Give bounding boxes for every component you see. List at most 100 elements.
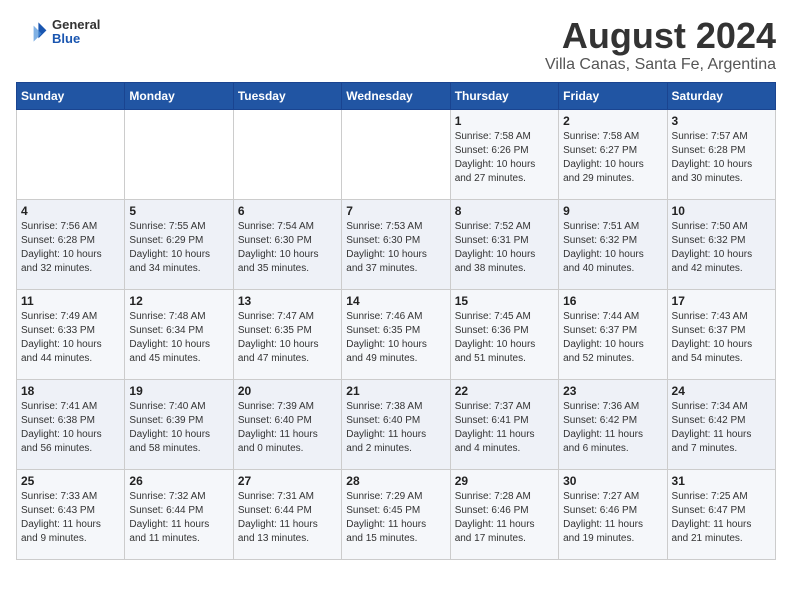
day-number: 1 <box>455 114 554 128</box>
day-info: Sunrise: 7:39 AM Sunset: 6:40 PM Dayligh… <box>238 400 337 456</box>
weekday-header-cell: Wednesday <box>342 82 450 109</box>
day-info: Sunrise: 7:48 AM Sunset: 6:34 PM Dayligh… <box>129 310 228 366</box>
day-number: 27 <box>238 474 337 488</box>
logo-general-text: General <box>52 18 100 32</box>
day-info: Sunrise: 7:58 AM Sunset: 6:26 PM Dayligh… <box>455 130 554 186</box>
calendar-title: August 2024 <box>545 16 776 56</box>
calendar-cell: 30 Sunrise: 7:27 AM Sunset: 6:46 PM Dayli… <box>559 469 667 559</box>
day-info: Sunrise: 7:40 AM Sunset: 6:39 PM Dayligh… <box>129 400 228 456</box>
calendar-cell: 16 Sunrise: 7:44 AM Sunset: 6:37 PM Dayli… <box>559 289 667 379</box>
calendar-body: 1 Sunrise: 7:58 AM Sunset: 6:26 PM Daylig… <box>17 109 776 559</box>
day-info: Sunrise: 7:37 AM Sunset: 6:41 PM Dayligh… <box>455 400 554 456</box>
day-info: Sunrise: 7:27 AM Sunset: 6:46 PM Dayligh… <box>563 490 662 546</box>
day-number: 21 <box>346 384 445 398</box>
calendar-cell: 21 Sunrise: 7:38 AM Sunset: 6:40 PM Dayli… <box>342 379 450 469</box>
title-area: August 2024 Villa Canas, Santa Fe, Argen… <box>545 16 776 74</box>
calendar-cell: 20 Sunrise: 7:39 AM Sunset: 6:40 PM Dayli… <box>233 379 341 469</box>
calendar-week-row: 11Sunrise: 7:49 AM Sunset: 6:33 PM Dayli… <box>17 289 776 379</box>
calendar-cell <box>233 109 341 199</box>
calendar-cell: 29Sunrise: 7:28 AM Sunset: 6:46 PM Dayli… <box>450 469 558 559</box>
day-info: Sunrise: 7:41 AM Sunset: 6:38 PM Dayligh… <box>21 400 120 456</box>
day-info: Sunrise: 7:46 AM Sunset: 6:35 PM Dayligh… <box>346 310 445 366</box>
calendar-week-row: 18 Sunrise: 7:41 AM Sunset: 6:38 PM Dayli… <box>17 379 776 469</box>
calendar-cell: 3 Sunrise: 7:57 AM Sunset: 6:28 PM Daylig… <box>667 109 775 199</box>
calendar-cell: 25 Sunrise: 7:33 AM Sunset: 6:43 PM Dayli… <box>17 469 125 559</box>
day-info: Sunrise: 7:45 AM Sunset: 6:36 PM Dayligh… <box>455 310 554 366</box>
calendar-week-row: 25 Sunrise: 7:33 AM Sunset: 6:43 PM Dayli… <box>17 469 776 559</box>
day-info: Sunrise: 7:52 AM Sunset: 6:31 PM Dayligh… <box>455 220 554 276</box>
day-number: 7 <box>346 204 445 218</box>
weekday-header-cell: Sunday <box>17 82 125 109</box>
calendar-week-row: 4Sunrise: 7:56 AM Sunset: 6:28 PM Daylig… <box>17 199 776 289</box>
weekday-header-cell: Friday <box>559 82 667 109</box>
day-info: Sunrise: 7:33 AM Sunset: 6:43 PM Dayligh… <box>21 490 120 546</box>
day-number: 11 <box>21 294 120 308</box>
day-info: Sunrise: 7:47 AM Sunset: 6:35 PM Dayligh… <box>238 310 337 366</box>
day-info: Sunrise: 7:25 AM Sunset: 6:47 PM Dayligh… <box>672 490 771 546</box>
calendar-cell: 17 Sunrise: 7:43 AM Sunset: 6:37 PM Dayli… <box>667 289 775 379</box>
weekday-header-cell: Saturday <box>667 82 775 109</box>
calendar-cell: 15Sunrise: 7:45 AM Sunset: 6:36 PM Dayli… <box>450 289 558 379</box>
calendar-cell: 2 Sunrise: 7:58 AM Sunset: 6:27 PM Daylig… <box>559 109 667 199</box>
day-number: 20 <box>238 384 337 398</box>
day-info: Sunrise: 7:57 AM Sunset: 6:28 PM Dayligh… <box>672 130 771 186</box>
calendar-cell: 10Sunrise: 7:50 AM Sunset: 6:32 PM Dayli… <box>667 199 775 289</box>
logo: General Blue <box>16 16 100 48</box>
day-info: Sunrise: 7:31 AM Sunset: 6:44 PM Dayligh… <box>238 490 337 546</box>
day-number: 12 <box>129 294 228 308</box>
calendar-cell: 1 Sunrise: 7:58 AM Sunset: 6:26 PM Daylig… <box>450 109 558 199</box>
calendar-cell: 22Sunrise: 7:37 AM Sunset: 6:41 PM Dayli… <box>450 379 558 469</box>
calendar-cell: 18 Sunrise: 7:41 AM Sunset: 6:38 PM Dayli… <box>17 379 125 469</box>
day-number: 24 <box>672 384 771 398</box>
day-number: 6 <box>238 204 337 218</box>
calendar-cell: 12 Sunrise: 7:48 AM Sunset: 6:34 PM Dayli… <box>125 289 233 379</box>
calendar-cell: 31 Sunrise: 7:25 AM Sunset: 6:47 PM Dayli… <box>667 469 775 559</box>
calendar-cell: 24 Sunrise: 7:34 AM Sunset: 6:42 PM Dayli… <box>667 379 775 469</box>
day-number: 23 <box>563 384 662 398</box>
day-info: Sunrise: 7:55 AM Sunset: 6:29 PM Dayligh… <box>129 220 228 276</box>
day-info: Sunrise: 7:43 AM Sunset: 6:37 PM Dayligh… <box>672 310 771 366</box>
calendar-cell: 26Sunrise: 7:32 AM Sunset: 6:44 PM Dayli… <box>125 469 233 559</box>
day-number: 8 <box>455 204 554 218</box>
day-info: Sunrise: 7:34 AM Sunset: 6:42 PM Dayligh… <box>672 400 771 456</box>
calendar-cell: 28Sunrise: 7:29 AM Sunset: 6:45 PM Dayli… <box>342 469 450 559</box>
calendar-week-row: 1 Sunrise: 7:58 AM Sunset: 6:26 PM Daylig… <box>17 109 776 199</box>
calendar-cell: 19Sunrise: 7:40 AM Sunset: 6:39 PM Dayli… <box>125 379 233 469</box>
day-number: 31 <box>672 474 771 488</box>
day-number: 9 <box>563 204 662 218</box>
day-number: 16 <box>563 294 662 308</box>
day-number: 17 <box>672 294 771 308</box>
calendar-cell: 7 Sunrise: 7:53 AM Sunset: 6:30 PM Daylig… <box>342 199 450 289</box>
day-info: Sunrise: 7:28 AM Sunset: 6:46 PM Dayligh… <box>455 490 554 546</box>
weekday-header-cell: Tuesday <box>233 82 341 109</box>
calendar-cell: 14 Sunrise: 7:46 AM Sunset: 6:35 PM Dayli… <box>342 289 450 379</box>
calendar-cell: 27 Sunrise: 7:31 AM Sunset: 6:44 PM Dayli… <box>233 469 341 559</box>
weekday-header-cell: Monday <box>125 82 233 109</box>
day-info: Sunrise: 7:44 AM Sunset: 6:37 PM Dayligh… <box>563 310 662 366</box>
day-number: 25 <box>21 474 120 488</box>
calendar-table: SundayMondayTuesdayWednesdayThursdayFrid… <box>16 82 776 560</box>
calendar-subtitle: Villa Canas, Santa Fe, Argentina <box>545 56 776 74</box>
day-info: Sunrise: 7:51 AM Sunset: 6:32 PM Dayligh… <box>563 220 662 276</box>
calendar-cell: 23Sunrise: 7:36 AM Sunset: 6:42 PM Dayli… <box>559 379 667 469</box>
day-number: 14 <box>346 294 445 308</box>
weekday-header-cell: Thursday <box>450 82 558 109</box>
day-number: 13 <box>238 294 337 308</box>
calendar-cell: 8 Sunrise: 7:52 AM Sunset: 6:31 PM Daylig… <box>450 199 558 289</box>
day-number: 30 <box>563 474 662 488</box>
day-number: 3 <box>672 114 771 128</box>
calendar-cell: 13 Sunrise: 7:47 AM Sunset: 6:35 PM Dayli… <box>233 289 341 379</box>
logo-icon <box>16 16 48 48</box>
day-info: Sunrise: 7:29 AM Sunset: 6:45 PM Dayligh… <box>346 490 445 546</box>
day-number: 26 <box>129 474 228 488</box>
calendar-cell <box>125 109 233 199</box>
day-info: Sunrise: 7:58 AM Sunset: 6:27 PM Dayligh… <box>563 130 662 186</box>
calendar-cell: 4Sunrise: 7:56 AM Sunset: 6:28 PM Daylig… <box>17 199 125 289</box>
header: General Blue August 2024 Villa Canas, Sa… <box>16 16 776 74</box>
day-number: 18 <box>21 384 120 398</box>
day-number: 2 <box>563 114 662 128</box>
day-number: 10 <box>672 204 771 218</box>
day-info: Sunrise: 7:38 AM Sunset: 6:40 PM Dayligh… <box>346 400 445 456</box>
day-info: Sunrise: 7:53 AM Sunset: 6:30 PM Dayligh… <box>346 220 445 276</box>
calendar-cell <box>342 109 450 199</box>
